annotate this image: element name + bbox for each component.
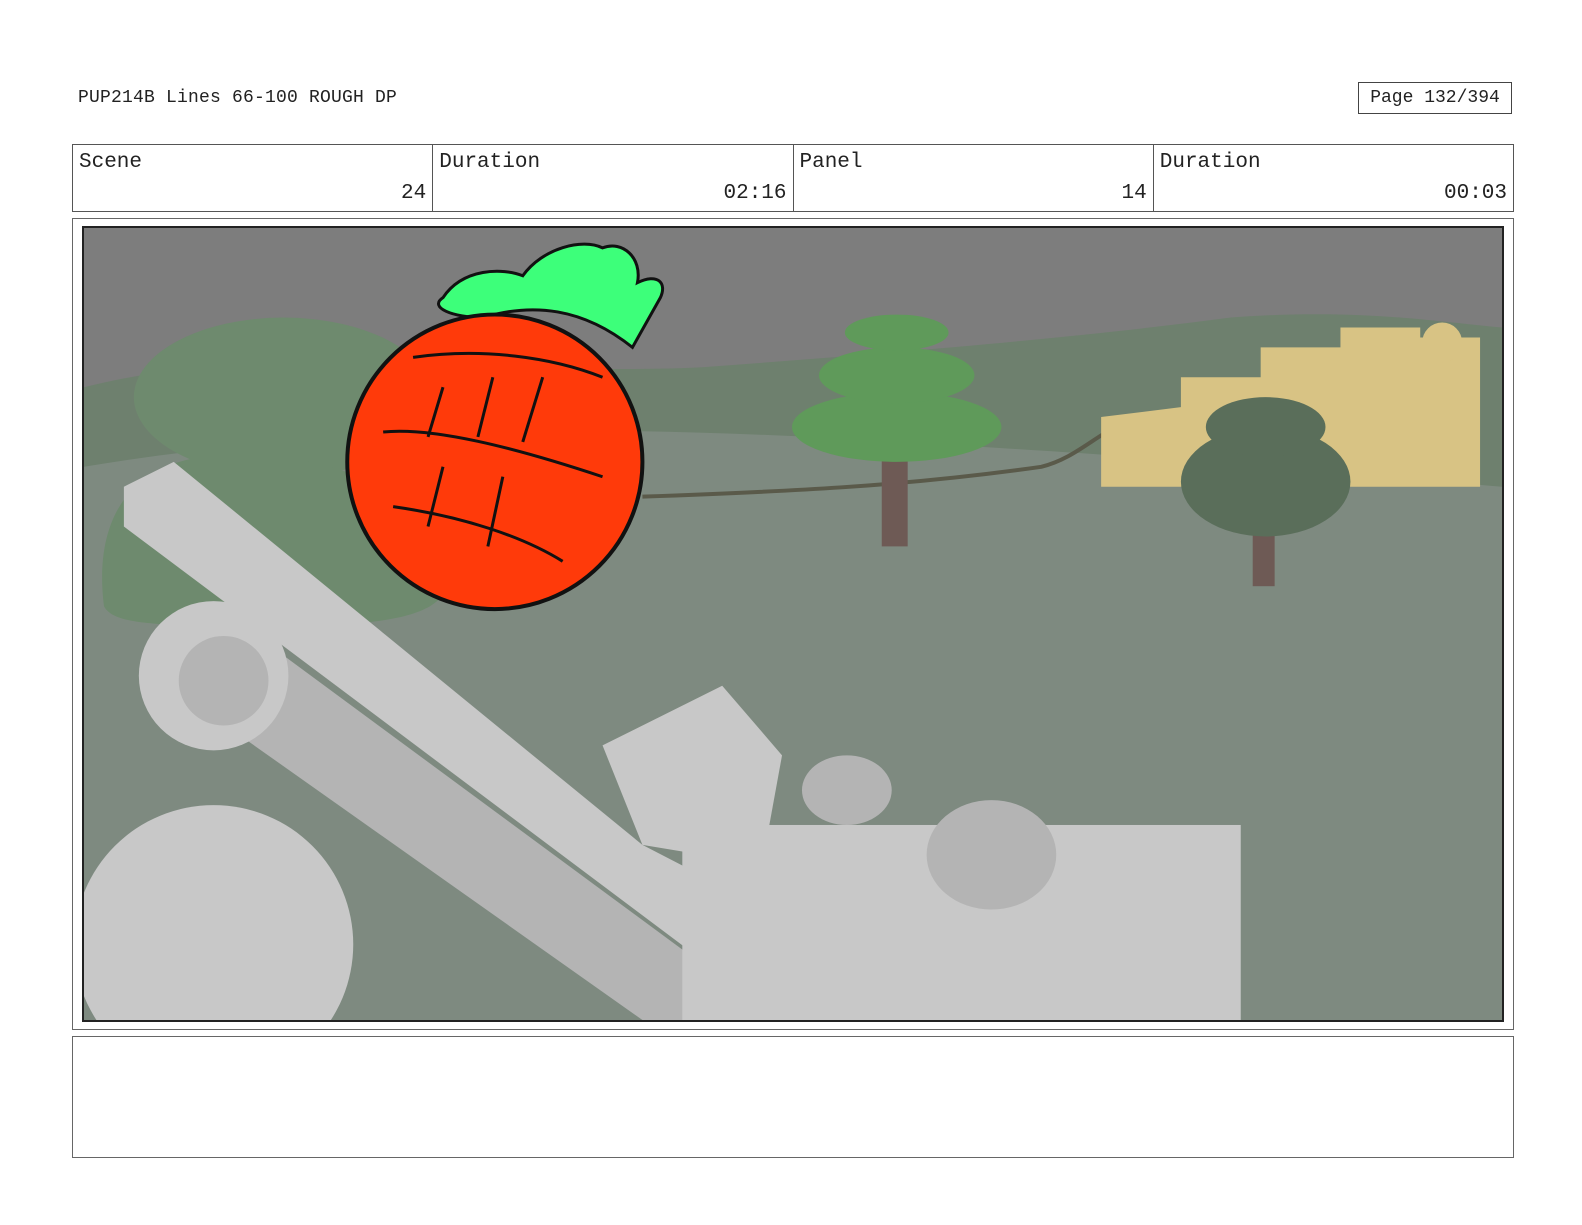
notes-box (72, 1036, 1514, 1158)
page-number-box: Page 132/394 (1358, 82, 1512, 114)
winch-drum-hub (178, 635, 269, 726)
scene-info-table: Scene 24 Duration 02:16 Panel 14 Duratio… (72, 144, 1514, 212)
panel-value: 14 (1121, 182, 1147, 205)
storyboard-panel-image (82, 226, 1504, 1022)
castle-dome (1422, 322, 1463, 363)
scene-value: 24 (401, 182, 427, 205)
scene-illustration (84, 228, 1502, 1020)
panel-cell: Panel 14 (794, 145, 1154, 211)
tree-trunk-middle (881, 456, 908, 547)
fruit-body (345, 312, 645, 612)
document-title: PUP214B Lines 66-100 ROUGH DP (78, 88, 398, 108)
scene-cell: Scene 24 (73, 145, 434, 211)
panel-duration-cell: Duration 00:03 (1154, 145, 1513, 211)
bowl-1 (801, 755, 892, 825)
scene-duration-value: 02:16 (723, 182, 787, 205)
panel-duration-label: Duration (1159, 151, 1261, 174)
panel-duration-value: 00:03 (1443, 182, 1507, 205)
tree-foliage-top (844, 314, 949, 351)
scene-label: Scene (79, 151, 143, 174)
tree-right-foliage-top (1205, 397, 1326, 457)
tree-foliage-middle (818, 347, 975, 404)
scene-duration-cell: Duration 02:16 (433, 145, 794, 211)
scene-duration-label: Duration (439, 151, 541, 174)
bowl-2 (926, 800, 1057, 910)
panel-label: Panel (799, 151, 863, 174)
